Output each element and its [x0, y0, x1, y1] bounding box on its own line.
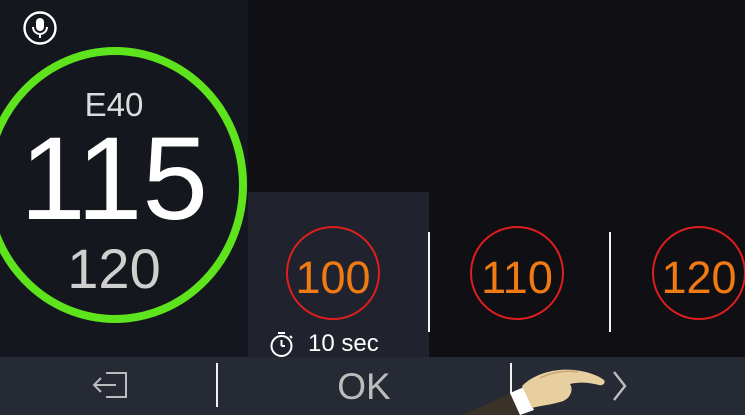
microphone-icon[interactable] — [23, 11, 57, 45]
exit-button[interactable] — [0, 357, 216, 415]
speed-limit: 120 — [67, 237, 161, 300]
exit-icon — [92, 372, 127, 398]
timer-label: 10 sec — [308, 330, 379, 357]
speedometer-panel: E40 115 120 — [0, 0, 248, 357]
chevron-right-icon — [613, 371, 627, 401]
speed-option-110[interactable]: 110 — [430, 192, 610, 357]
pointing-hand-icon — [462, 369, 605, 415]
current-speed: 115 — [19, 113, 209, 245]
speed-option-value: 120 — [661, 252, 737, 303]
speed-option-120[interactable]: 120 — [611, 192, 745, 357]
speed-option-value: 100 — [295, 252, 371, 303]
stopwatch-icon — [270, 332, 293, 357]
speed-option-value: 110 — [481, 252, 553, 303]
